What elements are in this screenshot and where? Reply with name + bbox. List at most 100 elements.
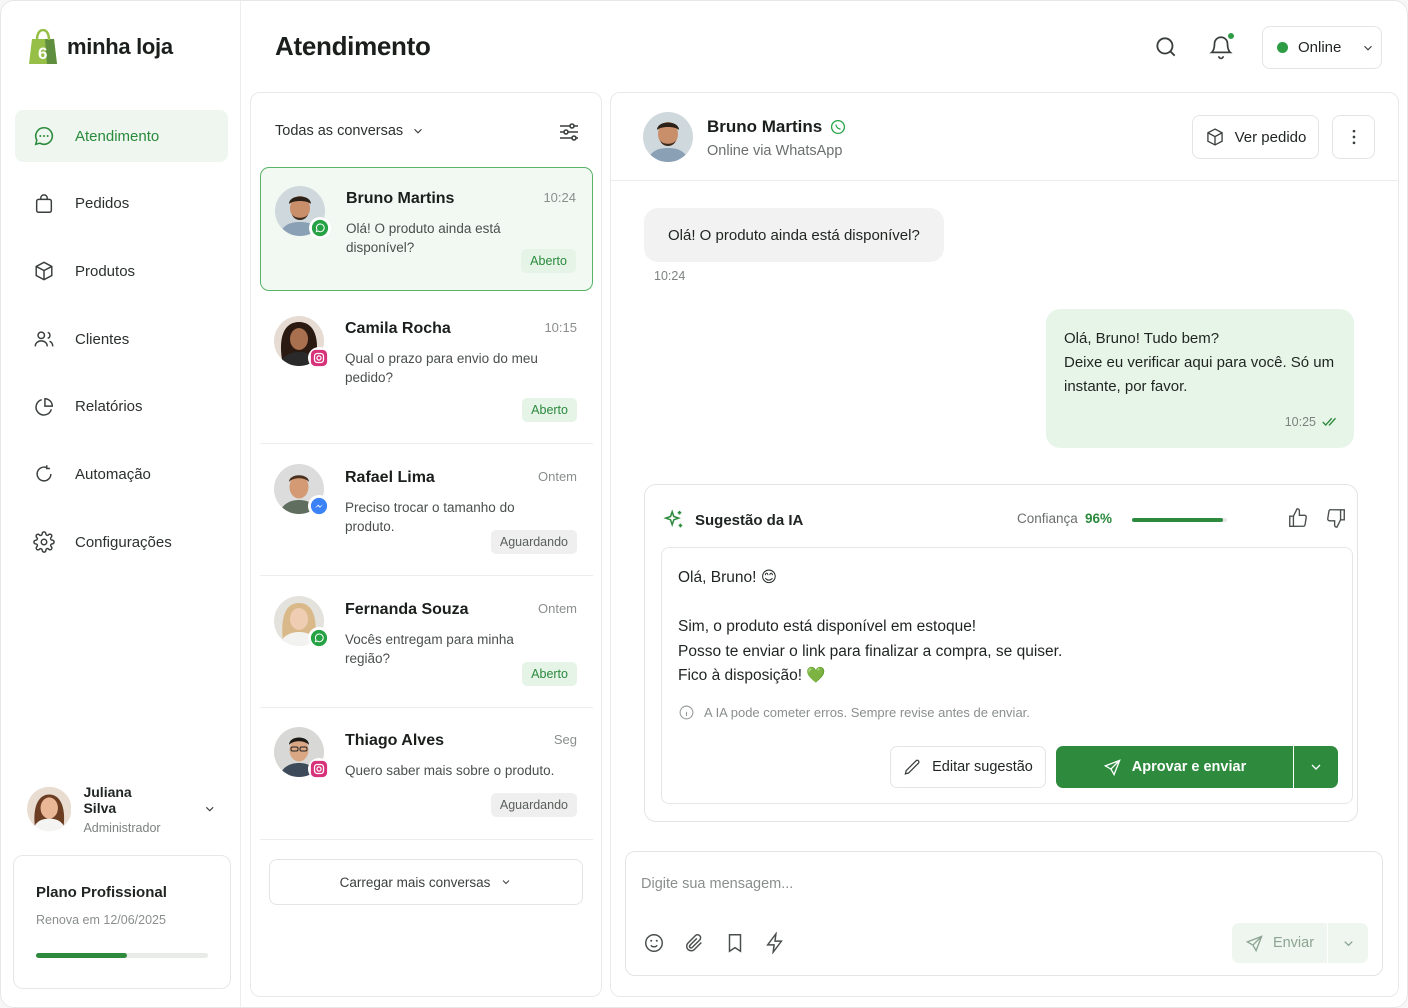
search-icon[interactable]	[1153, 34, 1179, 60]
box-icon	[35, 261, 53, 281]
emoji-icon[interactable]	[643, 932, 665, 954]
status-badge: Aberto	[521, 249, 576, 273]
chevron-down-icon	[1364, 45, 1373, 51]
avatar	[274, 596, 330, 649]
conversation-item[interactable]: Bruno Martins 10:24 Olá! O produto ainda…	[260, 167, 593, 291]
plan-title: Plano Profissional	[36, 884, 167, 901]
message-text: Olá! O produto ainda está disponível?	[668, 226, 920, 244]
view-order-label: Ver pedido	[1234, 128, 1307, 146]
conversation-time: Ontem	[537, 469, 577, 484]
brand-logo[interactable]: 6 minha loja	[27, 29, 173, 65]
send-button[interactable]: Enviar	[1232, 923, 1327, 963]
chevron-down-icon	[414, 128, 423, 134]
conversation-name: Bruno Martins	[346, 190, 455, 207]
ai-suggestion-text[interactable]: Olá, Bruno! 😊 Sim, o produto está dispon…	[678, 566, 1062, 689]
view-order-button[interactable]: Ver pedido	[1192, 115, 1319, 159]
message-meta: 10:25	[1285, 410, 1340, 434]
sidebar-item-label: Pedidos	[75, 195, 130, 213]
approve-send-button[interactable]: Aprovar e enviar	[1056, 746, 1293, 788]
ai-line: Fico à disposição! 💚	[678, 667, 826, 685]
users-icon	[34, 331, 54, 347]
conversation-filter-dropdown[interactable]: Todas as conversas	[275, 123, 425, 139]
contact-name-row: Bruno Martins	[707, 117, 846, 137]
bookmark-icon[interactable]	[724, 932, 746, 954]
message-composer: Enviar	[625, 851, 1383, 976]
sparkles-icon	[663, 509, 683, 528]
outgoing-message: Olá, Bruno! Tudo bem? Deixe eu verificar…	[1046, 309, 1354, 448]
status-badge: Aberto	[522, 662, 577, 686]
sidebar: 6 minha loja Atendimento Pedidos Produto…	[1, 1, 241, 1007]
status-badge: Aberto	[522, 398, 577, 422]
user-menu[interactable]: Juliana Silva Administrador	[27, 784, 217, 835]
lightning-icon[interactable]	[764, 932, 786, 954]
plan-card[interactable]: Plano Profissional Renova em 12/06/2025	[13, 855, 231, 989]
load-more-button[interactable]: Carregar mais conversas	[269, 859, 583, 905]
sidebar-item-atendimento[interactable]: Atendimento	[15, 110, 228, 162]
pie-chart-icon	[35, 397, 53, 416]
approve-options-dropdown[interactable]	[1294, 746, 1338, 788]
sidebar-item-label: Clientes	[75, 330, 130, 348]
shopping-bag-icon	[35, 193, 53, 213]
avatar	[274, 727, 330, 780]
status-badge: Aguardando	[490, 793, 577, 817]
sidebar-item-clientes[interactable]: Clientes	[15, 313, 228, 365]
paperclip-icon[interactable]	[683, 932, 705, 954]
svg-text:6: 6	[38, 44, 47, 63]
sidebar-item-label: Produtos	[75, 262, 136, 280]
conversation-item[interactable]: Fernanda Souza Ontem Vocês entregam para…	[260, 576, 593, 708]
chevron-down-icon	[206, 806, 215, 812]
conversation-item[interactable]: Camila Rocha 10:15 Qual o prazo para env…	[260, 299, 593, 444]
message-input[interactable]	[641, 870, 1341, 898]
ai-suggestion-box: Olá, Bruno! 😊 Sim, o produto está dispon…	[661, 547, 1353, 804]
conversation-time: 10:24	[543, 190, 576, 205]
conversation-item[interactable]: Rafael Lima Ontem Preciso trocar o taman…	[260, 444, 593, 576]
edit-suggestion-button[interactable]: Editar sugestão	[890, 746, 1046, 788]
chevron-down-icon	[1311, 764, 1321, 770]
sidebar-item-automacao[interactable]: Automação	[15, 448, 228, 500]
user-info: Juliana Silva Administrador	[83, 784, 165, 835]
sidebar-item-label: Atendimento	[75, 127, 160, 145]
incoming-message: Olá! O produto ainda está disponível?	[644, 208, 944, 262]
page-title: Atendimento	[275, 31, 431, 61]
more-vertical-icon	[1352, 129, 1355, 145]
online-status-dot	[1277, 42, 1288, 53]
plan-progress-bar	[36, 953, 208, 958]
conversation-list-panel: Todas as conversas Bruno Martins 10:24 O…	[250, 92, 602, 997]
sidebar-item-label: Relatórios	[75, 398, 143, 416]
more-options-button[interactable]	[1332, 115, 1375, 159]
status-label: Online	[1298, 39, 1342, 56]
confidence-label: Confiança	[1017, 511, 1078, 526]
plan-renewal: Renova em 12/06/2025	[36, 913, 166, 927]
edit-suggestion-label: Editar sugestão	[932, 759, 1033, 775]
contact-status: Online via WhatsApp	[707, 143, 843, 159]
send-options-dropdown[interactable]	[1328, 923, 1368, 963]
sidebar-item-produtos[interactable]: Produtos	[15, 245, 228, 297]
ai-disclaimer: A IA pode cometer erros. Sempre revise a…	[678, 704, 1030, 721]
load-more-label: Carregar mais conversas	[339, 874, 491, 890]
info-icon	[679, 705, 694, 720]
conversation-time: Ontem	[537, 601, 577, 616]
conversation-name: Rafael Lima	[345, 469, 435, 486]
ai-line: Posso te enviar o link para finalizar a …	[678, 642, 1063, 660]
whatsapp-badge-icon	[308, 627, 330, 649]
messenger-badge-icon	[308, 495, 330, 517]
thumbs-down-icon[interactable]	[1325, 507, 1347, 529]
thumbs-up-icon[interactable]	[1287, 507, 1309, 529]
conversation-name: Camila Rocha	[345, 320, 451, 337]
conversation-item[interactable]: Thiago Alves Seg Quero saber mais sobre …	[260, 708, 593, 840]
avatar[interactable]	[643, 112, 693, 162]
sidebar-item-pedidos[interactable]: Pedidos	[15, 178, 228, 230]
brand-name: minha loja	[67, 34, 173, 59]
instagram-badge-icon	[308, 347, 330, 369]
confidence-value: 96%	[1085, 511, 1113, 526]
confidence-bar	[1132, 518, 1227, 522]
avatar	[27, 786, 72, 832]
sidebar-item-configuracoes[interactable]: Configurações	[15, 516, 228, 568]
sliders-icon[interactable]	[557, 120, 581, 144]
status-dropdown[interactable]: Online	[1262, 26, 1382, 69]
avatar	[274, 316, 330, 369]
double-check-icon	[1322, 417, 1337, 426]
instagram-badge-icon	[308, 758, 330, 780]
gear-icon	[33, 531, 55, 553]
sidebar-item-relatorios[interactable]: Relatórios	[15, 381, 228, 433]
